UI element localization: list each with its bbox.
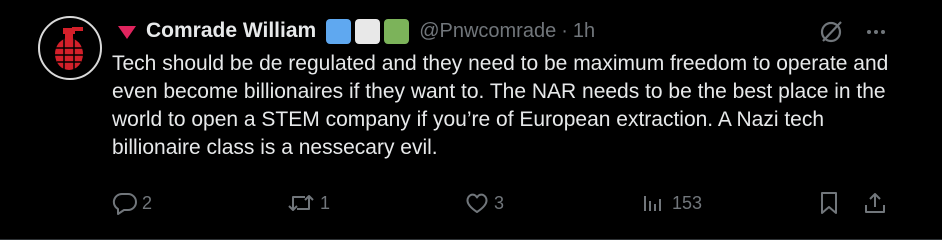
tweet-text: Tech should be de regulated and they nee…: [112, 52, 889, 159]
avatar[interactable]: [38, 16, 102, 80]
reply-icon: [112, 192, 137, 215]
reply-count: 2: [142, 192, 153, 213]
more-icon: [867, 30, 885, 34]
green-square-icon: [384, 18, 410, 44]
reply-button[interactable]: 2: [112, 188, 152, 218]
grok-button[interactable]: [818, 18, 846, 46]
retweet-icon: [288, 195, 314, 211]
display-name[interactable]: Comrade William: [146, 19, 316, 43]
views-button[interactable]: 153: [640, 188, 702, 218]
like-button[interactable]: 3: [464, 188, 504, 218]
grenade-icon: [55, 27, 83, 70]
share-button[interactable]: [862, 188, 888, 218]
timestamp[interactable]: 1h: [573, 20, 595, 43]
retweet-button[interactable]: 1: [286, 188, 330, 218]
user-handle[interactable]: @Pnwcomrade: [419, 20, 556, 43]
views-count: 153: [672, 192, 703, 213]
separator-dot: ·: [561, 19, 568, 42]
like-count: 3: [494, 192, 505, 213]
bookmark-icon: [821, 192, 837, 214]
tweet[interactable]: Comrade William @Pnwcomrade · 1h Tech sh…: [0, 0, 942, 240]
bookmark-button[interactable]: [816, 188, 842, 218]
grok-icon: [820, 21, 842, 43]
share-icon: [865, 193, 885, 213]
red-triangle-icon: [118, 25, 136, 39]
blue-square-icon: [326, 18, 352, 44]
views-icon: [644, 196, 661, 211]
more-options-button[interactable]: [862, 18, 890, 46]
white-square-icon: [355, 18, 381, 44]
retweet-count: 1: [320, 192, 331, 213]
heart-icon: [466, 193, 488, 213]
tweet-header: Comrade William @Pnwcomrade · 1h: [118, 14, 595, 48]
